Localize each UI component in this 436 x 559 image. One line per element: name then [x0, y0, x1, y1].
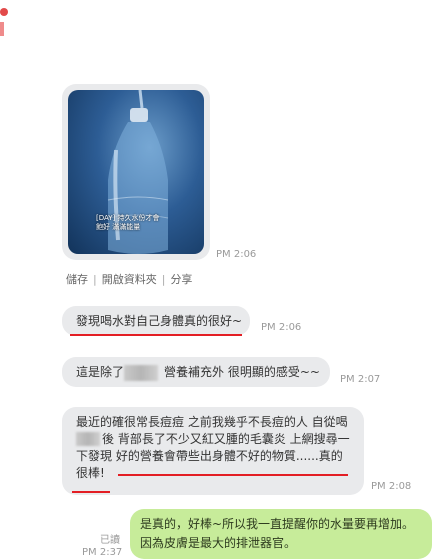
save-link[interactable]: 儲存: [66, 273, 88, 286]
outgoing-line: 是真的，好棒~所以我一直提醒你的水量要再增加。: [140, 517, 415, 531]
open-folder-link[interactable]: 開啟資料夾: [102, 273, 157, 286]
edge-marker-dot: [0, 8, 8, 16]
redacted-blur: [124, 365, 158, 381]
red-underline: [70, 334, 242, 336]
message-line: 下發現 好的營養會帶些出身體不好的物質......真的: [76, 449, 343, 463]
message-timestamp: PM 2:06: [261, 322, 302, 333]
outgoing-message-bubble[interactable]: 是真的，好棒~所以我一直提醒你的水量要再增加。 因為皮膚是最大的排泄器官。: [130, 509, 432, 559]
redacted-blur: [76, 432, 100, 446]
message-bubble[interactable]: 發現喝水對自己身體真的很好~: [62, 306, 250, 336]
message-timestamp: PM 2:07: [340, 374, 381, 385]
message-timestamp: PM 2:08: [371, 481, 412, 492]
message-bubble[interactable]: 這是除了 營養補充外 很明顯的感受~~: [62, 357, 330, 387]
message-text: 發現喝水對自己身體真的很好~: [76, 314, 243, 328]
image-timestamp: PM 2:06: [216, 249, 257, 260]
red-underline: [118, 474, 348, 476]
edge-marker-bar: [0, 22, 4, 36]
photo-caption: [DAY] 持久水份才會飽好 滿滿能量: [96, 214, 160, 231]
outgoing-timestamp: PM 2:37: [82, 547, 123, 558]
message-text: 這是除了: [76, 365, 125, 379]
read-receipt: 已讀: [100, 535, 120, 546]
message-line: 最近的確很常長痘痘 之前我幾乎不長痘的人 自從喝: [76, 415, 348, 429]
outgoing-line: 因為皮膚是最大的排泄器官。: [140, 536, 297, 550]
image-actions: 儲存 | 開啟資料夾 | 分享: [66, 273, 193, 286]
message-bubble[interactable]: 最近的確很常長痘痘 之前我幾乎不長痘的人 自從喝 後 背部長了不少又紅又腫的毛囊…: [62, 407, 364, 495]
message-text: 營養補充外 很明顯的感受~~: [164, 365, 320, 379]
chat-window: [DAY] 持久水份才會飽好 滿滿能量 PM 2:06 儲存 | 開啟資料夾 | 分享 …: [0, 0, 436, 559]
red-underline: [72, 491, 110, 493]
image-message-bubble[interactable]: [DAY] 持久水份才會飽好 滿滿能量: [62, 84, 210, 260]
message-line: 後 背部長了不少又紅又腫的毛囊炎 上網搜尋一: [102, 432, 350, 446]
share-link[interactable]: 分享: [170, 273, 192, 286]
water-bottle-photo[interactable]: [DAY] 持久水份才會飽好 滿滿能量: [68, 90, 204, 254]
